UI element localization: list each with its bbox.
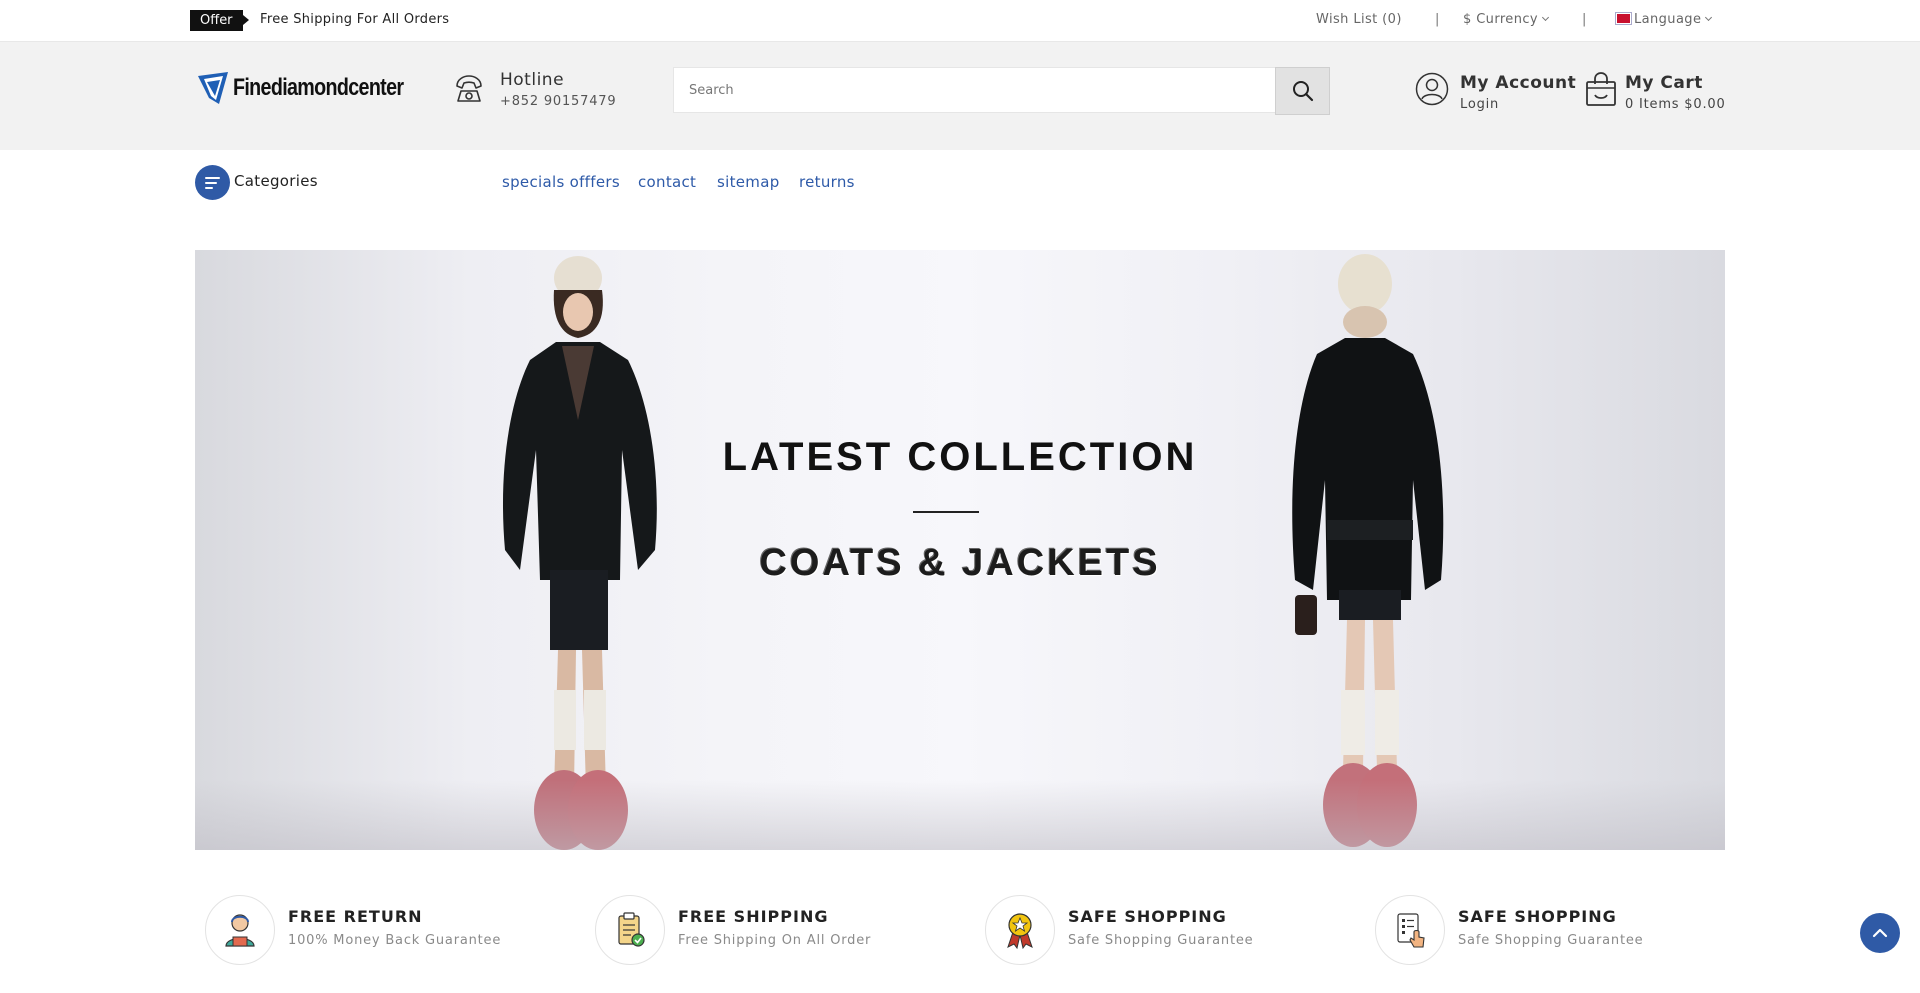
site-logo[interactable]: Finediamondcenter xyxy=(195,70,441,106)
my-account-link[interactable]: My Account xyxy=(1460,73,1576,93)
user-icon[interactable] xyxy=(1415,72,1449,106)
categories-menu-button[interactable] xyxy=(195,165,230,200)
offer-badge: Offer xyxy=(190,10,249,31)
currency-label: $ Currency xyxy=(1463,12,1538,27)
search-input[interactable] xyxy=(674,68,1275,112)
shield-logo-icon xyxy=(198,72,228,104)
shopping-bag-icon[interactable] xyxy=(1583,70,1619,108)
nav-link-contact[interactable]: contact xyxy=(638,173,696,191)
my-cart-link[interactable]: My Cart xyxy=(1625,73,1703,93)
login-link[interactable]: Login xyxy=(1460,97,1499,112)
offer-text: Free Shipping For All Orders xyxy=(260,12,450,27)
logo-text: Finediamondcenter xyxy=(233,74,404,101)
feature-subtitle: 100% Money Back Guarantee xyxy=(288,933,502,948)
feature-title: FREE RETURN xyxy=(288,907,423,926)
header: Finediamondcenter Hotline +852 90157479 … xyxy=(0,42,1920,150)
top-bar: Offer Free Shipping For All Orders Wish … xyxy=(0,0,1920,42)
banner-subtitle: COATS & JACKETS xyxy=(759,542,1161,584)
feature-safe-shopping: SAFE SHOPPING Safe Shopping Guarantee xyxy=(975,895,1355,967)
cart-summary: 0 Items $0.00 xyxy=(1625,97,1726,112)
banner-title: LATEST COLLECTION xyxy=(722,435,1198,479)
nav-link-specials[interactable]: specials offfers xyxy=(502,173,620,191)
chevron-up-icon xyxy=(1872,928,1888,938)
chevron-down-icon xyxy=(1705,13,1713,22)
feature-title: FREE SHIPPING xyxy=(678,907,829,926)
checklist-icon xyxy=(618,912,645,947)
language-dropdown[interactable]: Language xyxy=(1616,12,1713,27)
feature-subtitle: Safe Shopping Guarantee xyxy=(1458,933,1644,948)
language-label: Language xyxy=(1634,12,1702,27)
divider: | xyxy=(1582,12,1587,27)
uk-flag-icon xyxy=(1616,13,1631,24)
divider: | xyxy=(1435,12,1440,27)
feature-subtitle: Safe Shopping Guarantee xyxy=(1068,933,1254,948)
feature-title: SAFE SHOPPING xyxy=(1068,907,1227,926)
search-button[interactable] xyxy=(1275,67,1330,115)
hero-banner[interactable]: LATEST COLLECTION COATS & JACKETS xyxy=(195,250,1725,850)
support-agent-icon xyxy=(225,914,255,947)
feature-free-return: FREE RETURN 100% Money Back Guarantee xyxy=(195,895,575,967)
hotline-number: +852 90157479 xyxy=(500,94,617,109)
search-box xyxy=(673,67,1276,113)
feature-safe-shopping-2: SAFE SHOPPING Safe Shopping Guarantee xyxy=(1365,895,1745,967)
search-icon xyxy=(1292,81,1313,102)
feature-free-shipping: FREE SHIPPING Free Shipping On All Order xyxy=(585,895,965,967)
feature-title: SAFE SHOPPING xyxy=(1458,907,1617,926)
wishlist-link[interactable]: Wish List (0) xyxy=(1316,12,1402,27)
hotline-title: Hotline xyxy=(500,70,565,90)
chevron-down-icon xyxy=(1541,13,1550,22)
nav-link-returns[interactable]: returns xyxy=(799,173,855,191)
phone-icon xyxy=(456,75,482,102)
feature-subtitle: Free Shipping On All Order xyxy=(678,933,872,948)
currency-dropdown[interactable]: $ Currency xyxy=(1463,12,1550,27)
touch-list-icon xyxy=(1397,913,1425,948)
nav-link-sitemap[interactable]: sitemap xyxy=(717,173,780,191)
menu-icon xyxy=(205,176,220,179)
categories-label[interactable]: Categories xyxy=(234,172,318,190)
medal-icon xyxy=(1007,913,1033,950)
banner-divider xyxy=(913,511,979,513)
scroll-to-top-button[interactable] xyxy=(1860,913,1900,953)
